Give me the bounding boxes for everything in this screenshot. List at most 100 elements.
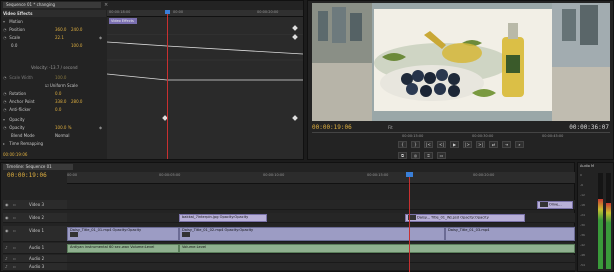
program-current-timecode[interactable]: 00:00:19:06: [312, 124, 352, 131]
rotation-value[interactable]: 0.0: [55, 90, 61, 97]
mark-out-button[interactable]: }: [411, 141, 420, 148]
timeline-clip[interactable]: Olive...: [537, 201, 573, 209]
effect-controls-tab[interactable]: Sequence 01 * changing: [3, 2, 101, 8]
timeline-clip[interactable]: bakkal_7interpin.jpg Opacity:Opacity: [179, 214, 267, 222]
output-button[interactable]: ▭: [437, 152, 446, 159]
opacity-section-row[interactable]: ▾ Opacity: [3, 116, 106, 123]
lock-icon[interactable]: ▫: [13, 263, 16, 271]
export-frame-button[interactable]: ⧉: [398, 152, 407, 159]
blend-mode-select[interactable]: Normal: [55, 132, 69, 139]
track-lane-video-1[interactable]: Daisy_Title_01_01.mp4 Opacity:Opacity Da…: [67, 226, 575, 242]
chevron-down-icon[interactable]: ▾: [3, 116, 8, 123]
opacity-value[interactable]: 100.0 %: [55, 124, 72, 131]
lock-icon[interactable]: ▫: [13, 226, 16, 236]
anti-flicker-row[interactable]: ◔ Anti-flicker 0.0: [3, 106, 106, 113]
track-lane-video-3[interactable]: Olive...: [67, 200, 575, 210]
timeline-clip[interactable]: Daisy... Title_01_WJ.psd Opacity:Opacity: [405, 214, 525, 222]
timeline-playhead-handle[interactable]: [406, 172, 413, 177]
time-remapping-row[interactable]: ▸ Time Remapping: [3, 140, 106, 147]
stopwatch-icon[interactable]: ◔: [3, 106, 8, 113]
stopwatch-icon[interactable]: ◔: [3, 74, 8, 81]
speaker-icon[interactable]: ♪: [5, 243, 8, 253]
playhead-line[interactable]: [167, 10, 168, 159]
timeline-clip[interactable]: Ardiyan instrumental 60 sec.wav Volume:L…: [67, 244, 179, 253]
playhead-handle[interactable]: [165, 10, 170, 14]
play-button[interactable]: ▶: [450, 141, 459, 148]
track-header-video-3[interactable]: ◉ ▫ Video 3: [3, 200, 67, 210]
blend-mode-row[interactable]: Blend Mode Normal: [3, 132, 106, 139]
anchor-x-value[interactable]: 338.0: [55, 98, 66, 105]
track-header-video-1[interactable]: ◉ ▫ Video 1: [3, 226, 67, 242]
stopwatch-icon[interactable]: ◔: [3, 124, 8, 131]
position-y-value[interactable]: 240.0: [71, 26, 82, 33]
timeline-clip[interactable]: Volume:Level: [179, 244, 575, 253]
timeline-clip[interactable]: Daisy_Title_01_01.mp4 Opacity:Opacity: [67, 227, 179, 241]
scale-width-value[interactable]: 100.0: [55, 74, 66, 81]
timeline-playhead-line[interactable]: [409, 172, 410, 272]
position-row[interactable]: ◔ Position 360.0 240.0: [3, 26, 106, 33]
keyframe-nav-icon[interactable]: ◆: [99, 124, 102, 131]
timeline-timecode[interactable]: 00:00:19:06: [7, 172, 47, 179]
safe-margins-button[interactable]: ◎: [411, 152, 420, 159]
step-back-button[interactable]: <|: [437, 141, 446, 148]
program-video-frame[interactable]: [312, 3, 610, 121]
keyframe[interactable]: [292, 115, 298, 121]
anchor-y-value[interactable]: 280.0: [71, 98, 82, 105]
position-x-value[interactable]: 360.0: [55, 26, 66, 33]
effect-time-ruler[interactable]: 00:00:18:00 00:00 00:00:20:00: [107, 10, 303, 17]
lock-icon[interactable]: ▫: [13, 255, 16, 263]
lock-icon[interactable]: ▫: [13, 200, 16, 210]
stopwatch-icon[interactable]: ◔: [3, 34, 8, 41]
audio-meters-tab[interactable]: Audio M: [580, 164, 594, 168]
step-forward-button[interactable]: |>: [463, 141, 472, 148]
lock-icon[interactable]: ▫: [13, 243, 16, 253]
track-lane-audio-3[interactable]: [67, 263, 575, 271]
close-icon[interactable]: ×: [104, 2, 108, 8]
eye-icon[interactable]: ◉: [5, 200, 9, 210]
track-lane-audio-2[interactable]: [67, 255, 575, 263]
lock-icon[interactable]: ▫: [13, 213, 16, 223]
stopwatch-icon[interactable]: ◔: [3, 90, 8, 97]
scale-graph[interactable]: [107, 34, 303, 86]
fit-select[interactable]: Fit: [388, 125, 393, 130]
opacity-row[interactable]: ◔ Opacity 100.0 % ◆: [3, 124, 106, 131]
track-header-audio-3[interactable]: ♪ ▫ Audio 3: [3, 263, 67, 271]
speaker-icon[interactable]: ♪: [5, 263, 8, 271]
scale-row[interactable]: ◔ Scale 22.1 ◆: [3, 34, 106, 41]
anchor-point-row[interactable]: ◔ Anchor Point 338.0 280.0: [3, 98, 106, 105]
speaker-icon[interactable]: ♪: [5, 255, 8, 263]
program-time-ruler[interactable]: 00:00:15:00 00:00:30:00 00:00:45:00: [312, 132, 610, 138]
effect-keyframe-area[interactable]: 00:00:18:00 00:00 00:00:20:00 Video Effe…: [107, 10, 303, 159]
stopwatch-icon[interactable]: ◔: [3, 98, 8, 105]
timeline-clip[interactable]: Daisy_Title_01_03.mp4: [445, 227, 575, 241]
clip-bar[interactable]: Video Effects: [109, 18, 137, 24]
chevron-down-icon[interactable]: ▾: [3, 18, 8, 25]
scale-value[interactable]: 22.1: [55, 34, 64, 41]
stopwatch-icon[interactable]: ◔: [3, 26, 8, 33]
track-lane-video-2[interactable]: bakkal_7interpin.jpg Opacity:Opacity Dai…: [67, 213, 575, 223]
track-header-video-2[interactable]: ◉ ▫ Video 2: [3, 213, 67, 223]
eye-icon[interactable]: ◉: [5, 226, 9, 236]
uniform-scale-row[interactable]: ☑ Uniform Scale: [3, 82, 106, 89]
scale-width-row[interactable]: ◔ Scale Width 100.0: [3, 74, 106, 81]
track-header-audio-2[interactable]: ♪ ▫ Audio 2: [3, 255, 67, 263]
lift-button[interactable]: ⇥: [502, 141, 511, 148]
timeline-time-ruler[interactable]: 00:00 00:00:05:00 00:00:10:00 00:00:15:0…: [67, 172, 575, 184]
anti-flicker-value[interactable]: 0.0: [55, 106, 61, 113]
timeline-clip[interactable]: Daisy_Title_01_02.mp4 Opacity:Opacity: [179, 227, 445, 241]
extract-button[interactable]: ⌕: [515, 141, 524, 148]
mark-in-button[interactable]: {: [398, 141, 407, 148]
timeline-tab[interactable]: Timeline: Sequence 01: [3, 164, 73, 170]
trim-button[interactable]: ⌗: [424, 152, 433, 159]
go-to-out-button[interactable]: >|: [476, 141, 485, 148]
keyframe-nav-icon[interactable]: ◆: [99, 34, 102, 41]
keyframe[interactable]: [292, 25, 298, 31]
eye-icon[interactable]: ◉: [5, 213, 9, 223]
go-to-in-button[interactable]: |<: [424, 141, 433, 148]
uniform-scale-checkbox[interactable]: ☑: [45, 83, 49, 88]
loop-button[interactable]: ⇄: [489, 141, 498, 148]
chevron-right-icon[interactable]: ▸: [3, 140, 8, 147]
rotation-row[interactable]: ◔ Rotation 0.0: [3, 90, 106, 97]
track-lane-audio-1[interactable]: Ardiyan instrumental 60 sec.wav Volume:L…: [67, 243, 575, 254]
motion-row[interactable]: ▾ Motion: [3, 18, 106, 25]
